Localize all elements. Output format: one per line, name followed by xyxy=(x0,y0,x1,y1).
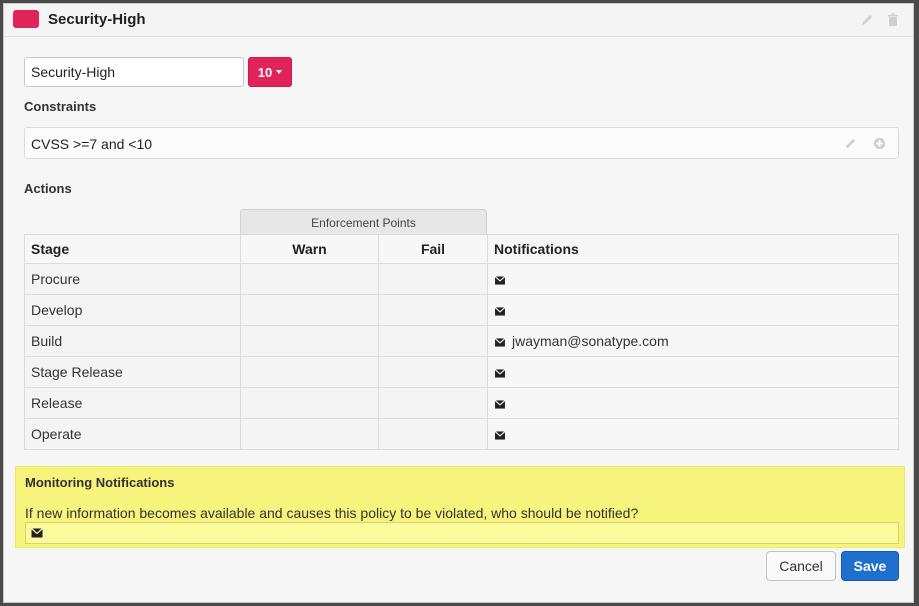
envelope-icon xyxy=(31,528,43,538)
trash-icon[interactable] xyxy=(885,12,901,28)
policy-title: Security-High xyxy=(48,11,146,28)
stage-label: Build xyxy=(31,333,63,349)
stage-cell: Stage Release xyxy=(24,356,241,388)
fail-cell[interactable] xyxy=(378,263,488,295)
monitoring-notifications-section: Monitoring Notifications If new informat… xyxy=(15,466,905,548)
policy-header: Security-High xyxy=(4,4,913,37)
envelope-icon xyxy=(494,369,506,378)
enforcement-points-header: Enforcement Points xyxy=(240,209,487,235)
threat-level-dropdown[interactable]: 10 xyxy=(248,57,292,87)
envelope-icon xyxy=(494,400,506,409)
envelope-icon xyxy=(494,276,506,285)
stage-cell: Procure xyxy=(24,263,241,295)
column-header-warn: Warn xyxy=(240,234,379,264)
stage-label: Operate xyxy=(31,426,82,442)
monitoring-recipients-field[interactable] xyxy=(25,522,899,544)
threat-level-value: 10 xyxy=(257,64,273,80)
constraint-row: CVSS >=7 and <10 xyxy=(24,127,899,159)
envelope-icon xyxy=(494,307,506,316)
notification-cell[interactable] xyxy=(487,356,899,388)
stage-label: Stage Release xyxy=(31,364,123,380)
column-header-stage: Stage xyxy=(24,234,241,264)
stage-cell: Develop xyxy=(24,294,241,326)
actions-label: Actions xyxy=(24,181,72,196)
table-row: Operate xyxy=(24,418,899,450)
fail-cell[interactable] xyxy=(378,418,488,450)
notification-cell[interactable] xyxy=(487,418,899,450)
chevron-down-icon xyxy=(276,70,283,74)
stage-cell: Build xyxy=(24,325,241,357)
warn-cell[interactable] xyxy=(240,387,379,419)
table-row: Build jwayman@sonatype.com xyxy=(24,325,899,357)
notification-cell[interactable]: jwayman@sonatype.com xyxy=(487,325,899,357)
warn-cell[interactable] xyxy=(240,263,379,295)
policy-color-swatch[interactable] xyxy=(13,10,39,28)
policy-name-input[interactable] xyxy=(24,57,244,87)
table-row: Develop xyxy=(24,294,899,326)
stage-cell: Release xyxy=(24,387,241,419)
warn-cell[interactable] xyxy=(240,294,379,326)
stage-label: Release xyxy=(31,395,83,411)
fail-cell[interactable] xyxy=(378,387,488,419)
save-button[interactable]: Save xyxy=(841,551,899,581)
policy-editor-panel: Security-High 10 Constraints CVSS >=7 an… xyxy=(3,3,914,603)
envelope-icon xyxy=(494,338,506,347)
fail-cell[interactable] xyxy=(378,325,488,357)
fail-cell[interactable] xyxy=(378,356,488,388)
pencil-icon[interactable] xyxy=(843,136,858,151)
warn-cell[interactable] xyxy=(240,418,379,450)
monitoring-question: If new information becomes available and… xyxy=(25,505,639,521)
cancel-button[interactable]: Cancel xyxy=(766,551,836,581)
actions-table: Stage Warn Fail Notifications Procure Dev… xyxy=(24,234,899,450)
stage-cell: Operate xyxy=(24,418,241,450)
stage-label: Procure xyxy=(31,271,81,287)
warn-cell[interactable] xyxy=(240,325,379,357)
column-header-fail: Fail xyxy=(378,234,488,264)
stage-label: Develop xyxy=(31,302,83,318)
table-row: Procure xyxy=(24,263,899,295)
plus-circle-icon[interactable] xyxy=(872,136,887,151)
notification-cell[interactable] xyxy=(487,263,899,295)
notification-cell[interactable] xyxy=(487,294,899,326)
constraints-label: Constraints xyxy=(24,99,97,114)
pencil-icon[interactable] xyxy=(859,12,875,28)
notification-cell[interactable] xyxy=(487,387,899,419)
column-header-notifications: Notifications xyxy=(487,234,899,264)
fail-cell[interactable] xyxy=(378,294,488,326)
envelope-icon xyxy=(494,431,506,440)
table-header-row: Stage Warn Fail Notifications xyxy=(24,234,899,264)
warn-cell[interactable] xyxy=(240,356,379,388)
monitoring-title: Monitoring Notifications xyxy=(25,475,175,490)
notification-recipient: jwayman@sonatype.com xyxy=(512,333,669,349)
table-row: Stage Release xyxy=(24,356,899,388)
constraint-text: CVSS >=7 and <10 xyxy=(31,136,153,152)
table-row: Release xyxy=(24,387,899,419)
